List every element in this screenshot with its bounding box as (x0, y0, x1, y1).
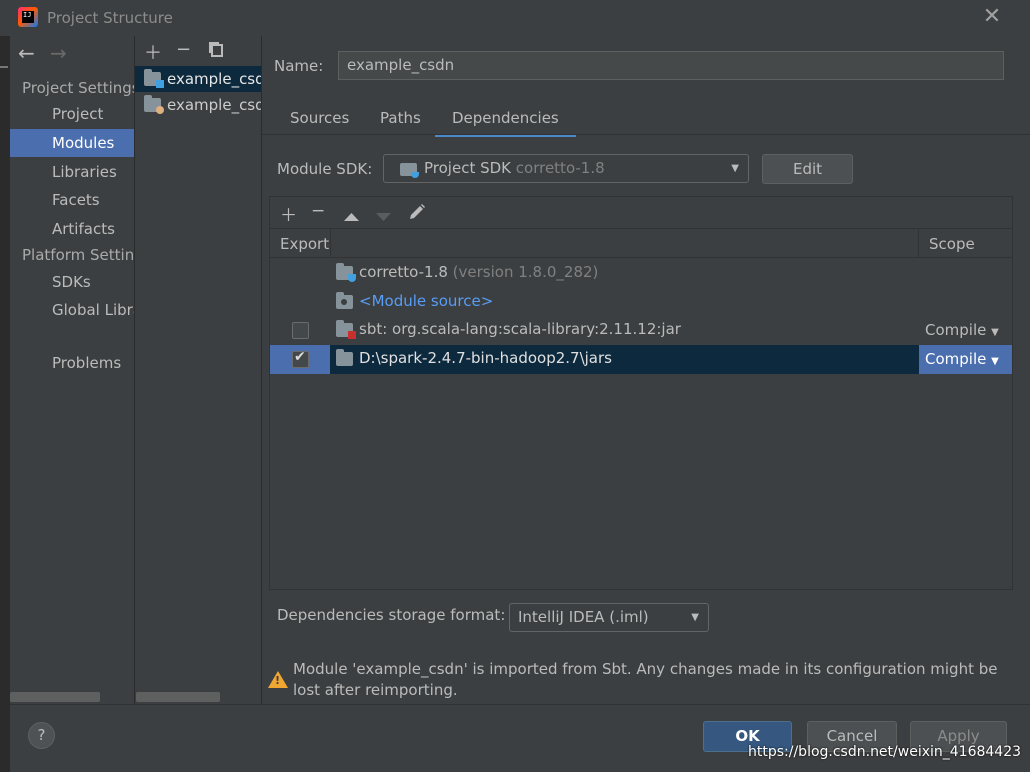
warning-message: Module 'example_csdn' is imported from S… (293, 660, 998, 699)
dependency-row[interactable]: <Module source> (270, 288, 1012, 317)
edit-sdk-button[interactable]: Edit (762, 154, 853, 184)
dependency-row[interactable]: sbt: org.scala-lang:scala-library:2.11.1… (270, 316, 1012, 345)
chevron-down-icon: ▼ (731, 163, 739, 174)
nav-item-libraries[interactable]: Libraries (10, 158, 134, 186)
export-checkbox[interactable]: ✔ (292, 349, 309, 368)
edit-icon[interactable] (408, 203, 426, 225)
dependency-row[interactable]: corretto-1.8 (version 1.8.0_282) (270, 259, 1012, 288)
back-arrow-icon[interactable]: ← (18, 41, 35, 65)
module-sdk-label: Module SDK: (277, 160, 373, 178)
move-down-icon[interactable] (376, 207, 391, 225)
module-folder-icon (144, 69, 164, 88)
remove-icon[interactable]: − (176, 39, 191, 60)
nav-section-project-settings: Project Settings (22, 79, 134, 97)
close-icon[interactable]: ✕ (981, 6, 1003, 28)
copy-icon[interactable] (209, 42, 223, 57)
nav-item-facets[interactable]: Facets (10, 186, 134, 214)
scope-value: Compile (925, 321, 987, 339)
module-item[interactable]: example_csdn (135, 66, 261, 92)
column-divider (330, 228, 331, 258)
tabs-divider (262, 134, 1030, 135)
remove-icon[interactable]: − (311, 201, 325, 221)
sdk-folder-icon (336, 263, 356, 282)
dependency-detail: (version 1.8.0_282) (452, 263, 599, 281)
header-scope[interactable]: Scope (929, 235, 975, 253)
watermark: https://blog.csdn.net/weixin_41684423 (748, 744, 1022, 760)
scope-value: Compile (925, 350, 987, 368)
help-button[interactable]: ? (28, 722, 55, 749)
tab-sources[interactable]: Sources (290, 108, 349, 134)
nav-item-global-libraries[interactable]: Global Libraries (10, 296, 134, 324)
jars-folder-icon (336, 349, 353, 366)
chevron-down-icon: ▼ (991, 356, 999, 367)
module-list-panel: ＋ − example_csdn example_csdn (135, 36, 261, 704)
sdk-value: Project SDK (424, 159, 511, 177)
nav-item-modules[interactable]: Modules (10, 129, 134, 157)
dependency-name: D:\spark-2.4.7-bin-hadoop2.7\jars (359, 349, 612, 367)
module-list-scrollbar[interactable] (136, 692, 220, 702)
nav-item-problems[interactable]: Problems (10, 349, 134, 377)
forward-arrow-icon[interactable]: → (50, 41, 67, 65)
dependencies-toolbar: ＋ − (270, 197, 1012, 227)
export-checkbox[interactable] (292, 322, 309, 339)
nav-scrollbar[interactable] (10, 692, 100, 702)
background-editor-strip (0, 36, 10, 772)
add-icon[interactable]: ＋ (144, 39, 162, 65)
nav-item-project[interactable]: Project (10, 100, 134, 128)
nav-item-sdks[interactable]: SDKs (10, 268, 134, 296)
storage-format-select[interactable]: IntelliJ IDEA (.iml) ▼ (509, 603, 709, 632)
scope-select[interactable]: Compile ▼ (919, 345, 1012, 374)
module-name: example_csdn (167, 96, 261, 114)
name-input[interactable]: example_csdn (338, 51, 1004, 80)
intellij-icon: IJ (18, 7, 38, 27)
module-sdk-select[interactable]: Project SDK corretto-1.8 ▼ (383, 154, 749, 183)
scope-select[interactable]: Compile ▼ (919, 316, 1012, 345)
tab-paths[interactable]: Paths (380, 108, 421, 134)
module-item[interactable]: example_csdn (135, 92, 261, 118)
move-up-icon[interactable] (344, 207, 359, 225)
nav-item-artifacts[interactable]: Artifacts (10, 215, 134, 243)
name-label: Name: (274, 57, 324, 75)
storage-format-value: IntelliJ IDEA (.iml) (518, 608, 649, 626)
chevron-down-icon: ▼ (991, 327, 999, 338)
storage-format-label: Dependencies storage format: (277, 606, 506, 624)
dependencies-header: Export Scope (270, 228, 1012, 258)
module-folder-icon (144, 95, 164, 114)
dependency-name: sbt: org.scala-lang:scala-library:2.11.1… (359, 320, 681, 338)
header-export[interactable]: Export (280, 235, 329, 253)
sdk-detail: corretto-1.8 (515, 159, 605, 177)
dependency-name-wrap: corretto-1.8 (version 1.8.0_282) (359, 263, 598, 281)
dependency-name: corretto-1.8 (359, 263, 448, 281)
nav-section-platform-settings: Platform Settings (22, 246, 134, 264)
sdk-folder-icon (400, 163, 419, 178)
window-title: Project Structure (47, 9, 173, 27)
settings-nav: ← → Project Settings Project Modules Lib… (10, 36, 134, 704)
checkmark-icon: ✔ (294, 349, 306, 365)
chevron-down-icon: ▼ (691, 612, 699, 623)
library-folder-icon (336, 320, 356, 339)
tab-dependencies[interactable]: Dependencies (435, 108, 576, 137)
dependency-name: <Module source> (359, 292, 494, 310)
dependency-row-selected[interactable]: ✔ D:\spark-2.4.7-bin-hadoop2.7\jars Comp… (270, 345, 1012, 374)
module-source-icon (336, 292, 353, 309)
module-name: example_csdn (167, 70, 261, 88)
warning-exclamation: ! (275, 674, 281, 687)
add-icon[interactable]: ＋ (280, 201, 297, 226)
column-divider (918, 228, 919, 258)
